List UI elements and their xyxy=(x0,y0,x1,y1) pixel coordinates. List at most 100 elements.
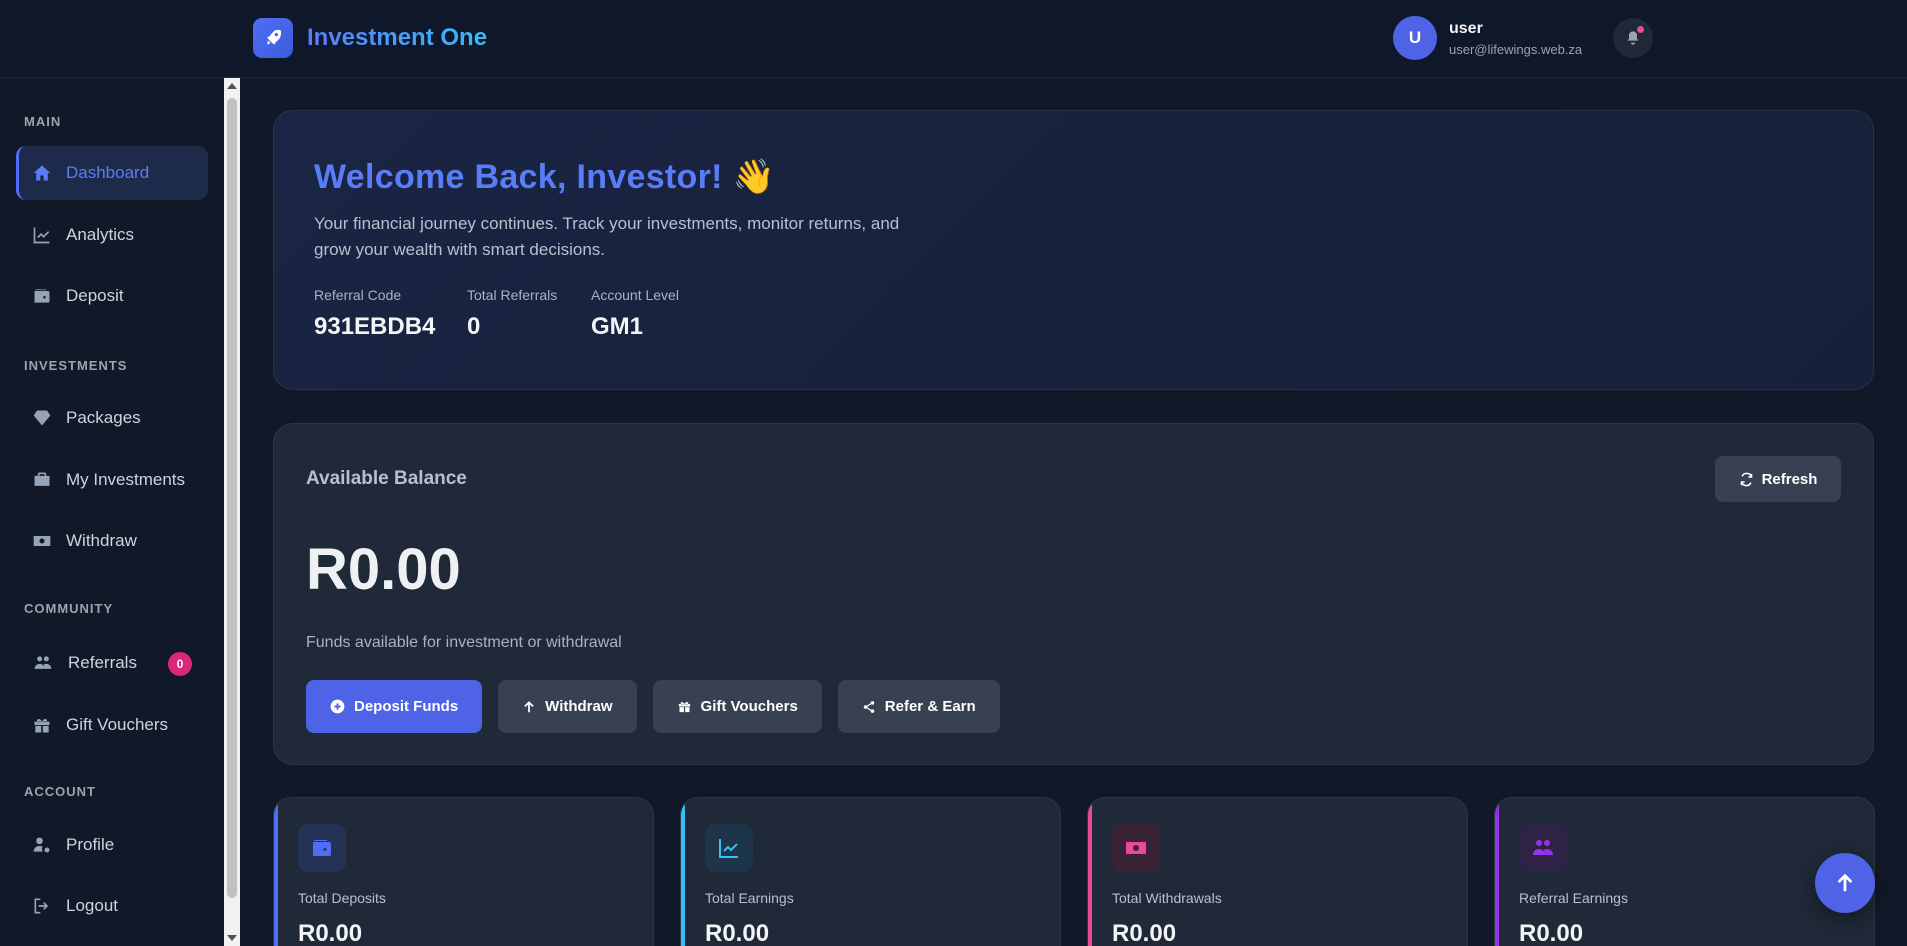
card-value: R0.00 xyxy=(1112,920,1177,946)
card-total-earnings: Total Earnings R0.00 xyxy=(680,797,1061,946)
sidebar-item-my-investments[interactable]: My Investments xyxy=(16,453,208,507)
welcome-title: Welcome Back, Investor! 👋 xyxy=(314,157,775,197)
welcome-title-text: Welcome Back, Investor! xyxy=(314,158,723,196)
sidebar-item-label: Packages xyxy=(66,408,141,427)
user-email: user@lifewings.web.za xyxy=(1449,41,1583,57)
scroll-up-arrow[interactable] xyxy=(227,83,237,89)
wallet-icon xyxy=(34,289,50,303)
card-value: R0.00 xyxy=(705,920,770,946)
card-value: R0.00 xyxy=(1519,920,1584,946)
logout-icon xyxy=(34,898,49,914)
brand[interactable]: Investment One xyxy=(253,18,487,58)
user-gear-icon xyxy=(33,837,50,853)
button-label: Deposit Funds xyxy=(354,698,459,715)
card-accent xyxy=(1495,798,1499,946)
referrals-badge: 0 xyxy=(168,652,192,676)
stat-total-referrals: Total Referrals 0 xyxy=(467,287,557,341)
brand-name: Investment One xyxy=(307,24,488,51)
sidebar-item-label: Withdraw xyxy=(66,531,137,550)
plus-circle-icon xyxy=(330,699,345,714)
card-label: Total Earnings xyxy=(705,890,794,906)
section-investments: INVESTMENTS xyxy=(24,358,128,373)
gift-vouchers-button[interactable]: Gift Vouchers xyxy=(652,680,822,733)
card-accent xyxy=(681,798,685,946)
wave-emoji: 👋 xyxy=(732,158,776,196)
sidebar: MAIN Dashboard Analytics Deposit INVESTM… xyxy=(0,78,224,946)
button-label: Refer & Earn xyxy=(884,698,976,715)
home-icon xyxy=(33,165,51,181)
stat-value: GM1 xyxy=(591,313,644,340)
stat-label: Account Level xyxy=(591,287,679,303)
sidebar-item-label: Profile xyxy=(66,835,115,854)
stat-referral-code: Referral Code 931EBDB4 xyxy=(314,287,435,341)
welcome-panel: Welcome Back, Investor! 👋 Your financial… xyxy=(273,110,1874,390)
section-main: MAIN xyxy=(24,114,62,129)
scroll-thumb[interactable] xyxy=(227,98,237,898)
sidebar-item-profile[interactable]: Profile xyxy=(16,818,208,872)
sidebar-item-label: My Investments xyxy=(66,470,186,489)
gem-icon xyxy=(33,410,51,426)
sidebar-item-logout[interactable]: Logout xyxy=(16,879,208,933)
refer-earn-button[interactable]: Refer & Earn xyxy=(837,680,1000,733)
notifications-button[interactable] xyxy=(1613,18,1653,58)
card-label: Total Deposits xyxy=(298,890,386,906)
sidebar-scrollbar[interactable] xyxy=(224,78,240,946)
card-total-deposits: Total Deposits R0.00 xyxy=(273,797,654,946)
card-label: Referral Earnings xyxy=(1519,890,1628,906)
users-icon xyxy=(34,656,52,669)
avatar: U xyxy=(1393,16,1437,60)
stat-value: 0 xyxy=(467,313,481,340)
card-value: R0.00 xyxy=(298,920,363,946)
sidebar-item-gift-vouchers[interactable]: Gift Vouchers xyxy=(16,698,208,752)
stat-account-level: Account Level GM1 xyxy=(591,287,679,341)
balance-title: Available Balance xyxy=(306,468,467,489)
card-accent xyxy=(1088,798,1092,946)
user-name: user xyxy=(1449,19,1483,37)
wallet-icon xyxy=(298,824,346,872)
stat-value: 931EBDB4 xyxy=(314,313,436,340)
withdraw-button[interactable]: Withdraw xyxy=(498,680,637,733)
sidebar-item-label: Referrals xyxy=(68,653,137,672)
share-icon xyxy=(863,700,875,713)
arrow-up-icon xyxy=(1837,873,1853,892)
refresh-button[interactable]: Refresh xyxy=(1715,456,1841,502)
card-label: Total Withdrawals xyxy=(1112,890,1222,906)
money-icon xyxy=(33,536,51,546)
sidebar-item-analytics[interactable]: Analytics xyxy=(16,208,208,262)
section-community: COMMUNITY xyxy=(24,601,114,616)
gift-icon xyxy=(678,702,690,713)
sidebar-item-label: Gift Vouchers xyxy=(66,715,169,734)
sidebar-item-dashboard[interactable]: Dashboard xyxy=(16,146,208,200)
scroll-down-arrow[interactable] xyxy=(227,935,237,941)
balance-panel: Available Balance Refresh R0.00 Funds av… xyxy=(273,423,1874,765)
sidebar-item-withdraw[interactable]: Withdraw xyxy=(16,514,208,568)
section-account: ACCOUNT xyxy=(24,784,96,799)
user-menu[interactable]: U user user@lifewings.web.za xyxy=(1393,16,1582,60)
stat-label: Referral Code xyxy=(314,287,402,303)
sidebar-item-referrals[interactable]: Referrals 0 xyxy=(16,636,208,690)
refresh-icon xyxy=(1740,472,1752,486)
chart-line-icon xyxy=(33,227,50,244)
sidebar-item-label: Deposit xyxy=(66,286,124,305)
arrow-up-icon xyxy=(524,700,534,712)
balance-amount: R0.00 xyxy=(306,537,461,602)
sidebar-item-packages[interactable]: Packages xyxy=(16,391,208,445)
sidebar-item-deposit[interactable]: Deposit xyxy=(16,269,208,323)
money-icon xyxy=(1112,824,1160,872)
stat-cards: Total Deposits R0.00 Total Earnings R0.0… xyxy=(273,797,1875,946)
sidebar-item-label: Dashboard xyxy=(66,163,150,182)
top-bar: Investment One U user user@lifewings.web… xyxy=(0,0,1907,78)
gift-icon xyxy=(34,719,50,733)
refresh-label: Refresh xyxy=(1761,470,1818,488)
deposit-funds-button[interactable]: Deposit Funds xyxy=(306,680,483,733)
briefcase-icon xyxy=(34,472,50,486)
chart-line-icon xyxy=(705,824,753,872)
button-label: Gift Vouchers xyxy=(700,698,798,715)
notification-dot xyxy=(1637,26,1644,33)
balance-subtitle: Funds available for investment or withdr… xyxy=(306,634,622,651)
balance-actions: Deposit Funds Withdraw Gift Vouchers Ref… xyxy=(306,680,1000,733)
scroll-to-top-button[interactable] xyxy=(1815,853,1875,913)
stat-label: Total Referrals xyxy=(467,287,558,303)
card-total-withdrawals: Total Withdrawals R0.00 xyxy=(1087,797,1468,946)
sidebar-item-label: Logout xyxy=(66,896,118,915)
